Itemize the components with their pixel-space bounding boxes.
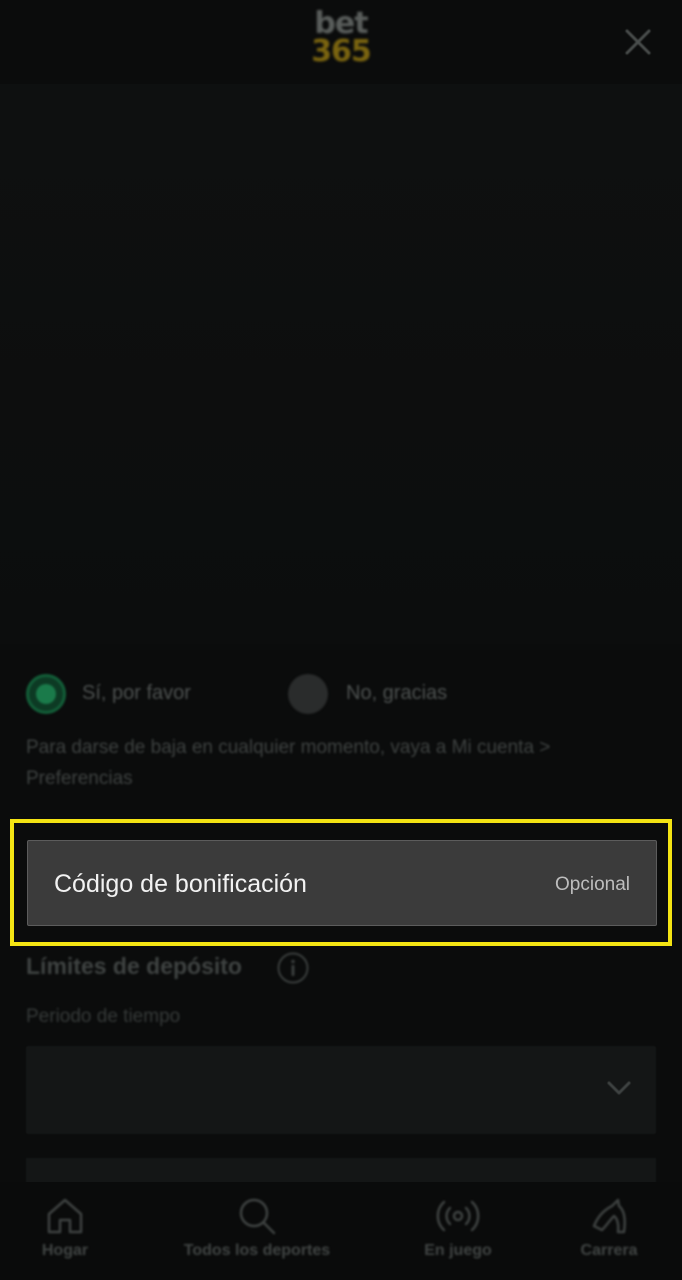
nav-racing-label: Carrera (580, 1242, 638, 1259)
bonus-code-label: Código de bonificación (54, 870, 307, 898)
nav-all-sports[interactable]: Todos los deportes (160, 1182, 354, 1280)
horse-icon (592, 1198, 627, 1234)
marketing-preference-group: Sí, por favor No, gracias (26, 672, 656, 716)
bet365-logo: bet 365 (300, 9, 382, 69)
deposit-limits-title: Límites de depósito (26, 953, 242, 979)
nav-in-play[interactable]: En juego (404, 1182, 512, 1280)
time-period-label: Periodo de tiempo (26, 1006, 181, 1027)
live-broadcast-icon (436, 1200, 480, 1232)
bottom-navigation: Hogar Todos los deportes En juego Carrer… (0, 1182, 682, 1280)
radio-no-label[interactable]: No, gracias (346, 682, 447, 705)
optional-hint: Opcional (555, 874, 630, 895)
app-header: bet 365 (0, 0, 682, 84)
radio-no-thanks[interactable] (288, 674, 328, 714)
nav-all-sports-label: Todos los deportes (183, 1242, 331, 1259)
close-icon (625, 29, 651, 55)
radio-yes-please[interactable] (26, 674, 66, 714)
close-button[interactable] (622, 26, 654, 58)
nav-home[interactable]: Hogar (20, 1182, 110, 1280)
search-icon (239, 1198, 276, 1235)
nav-in-play-label: En juego (424, 1242, 492, 1259)
nav-home-label: Hogar (41, 1242, 89, 1259)
unsubscribe-note: Para darse de baja en cualquier momento,… (26, 737, 551, 789)
radio-yes-label[interactable]: Sí, por favor (82, 682, 191, 705)
obscured-form-content (0, 84, 682, 644)
logo-text-365: 365 (311, 34, 372, 69)
bonus-code-input[interactable]: Código de bonificación Opcional (27, 840, 657, 926)
home-icon (47, 1198, 83, 1234)
deposit-limits-info-button[interactable] (276, 951, 310, 985)
info-icon (277, 952, 309, 984)
chevron-down-icon (607, 1081, 631, 1095)
time-period-select[interactable] (26, 1046, 656, 1134)
nav-racing[interactable]: Carrera (560, 1182, 658, 1280)
